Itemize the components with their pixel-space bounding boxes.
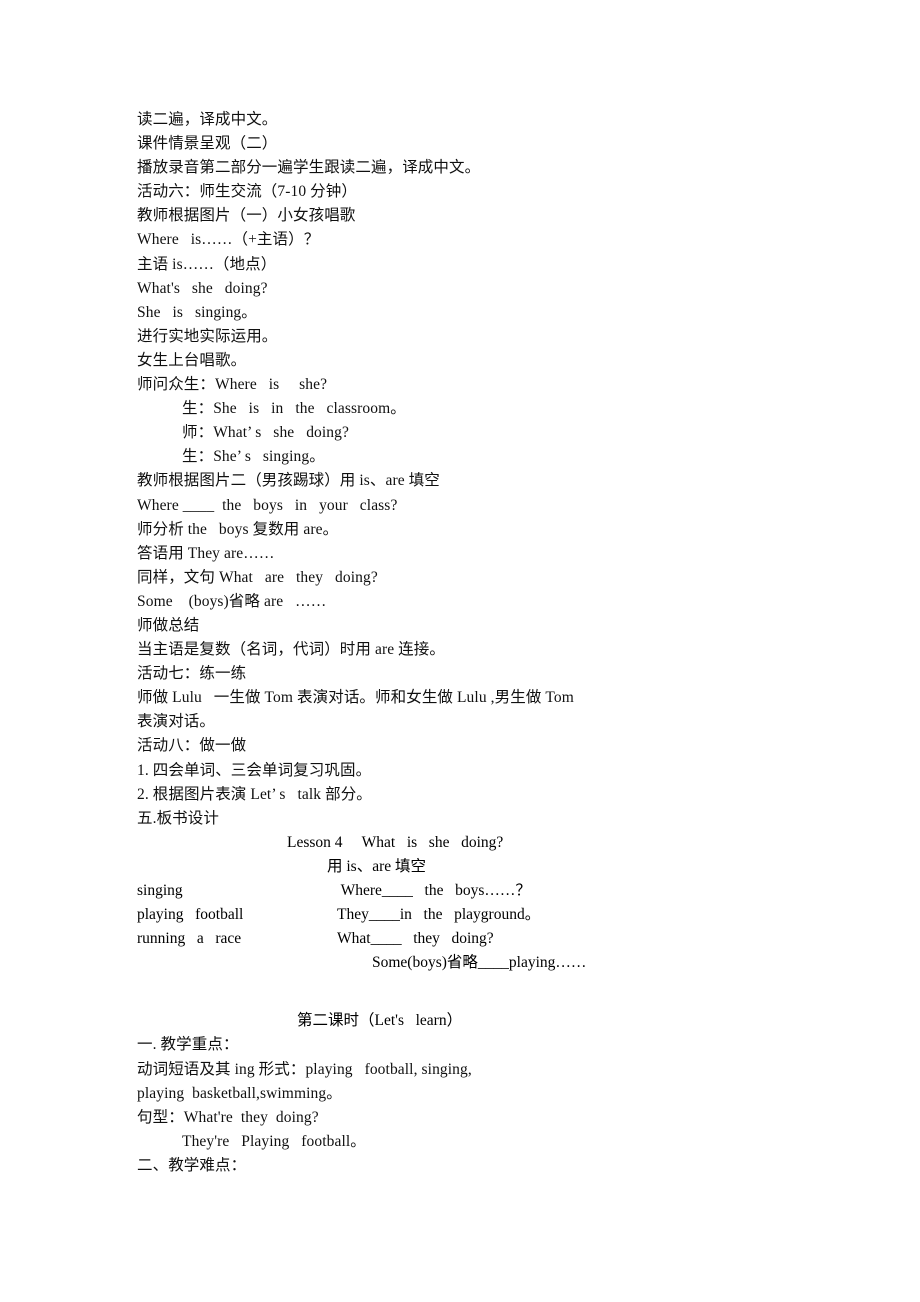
board-row-right: They____in the playground。 bbox=[337, 906, 541, 924]
body-line: 表演对话。 bbox=[137, 713, 216, 731]
activity-seven-heading: 活动七：练一练 bbox=[137, 665, 247, 683]
teaching-difficulty-heading: 二、教学难点： bbox=[137, 1156, 247, 1174]
body-line: 答语用 They are…… bbox=[137, 544, 275, 562]
body-line: 师分析 the boys 复数用 are。 bbox=[137, 520, 339, 538]
board-row: playing football They____in the playgrou… bbox=[137, 903, 837, 927]
body-line: What's she doing? bbox=[137, 279, 268, 297]
board-row-left: singing bbox=[137, 882, 183, 899]
document-page: 读二遍，译成中文。 课件情景呈观（二） 播放录音第二部分一遍学生跟读二遍，译成中… bbox=[0, 0, 920, 1302]
activity-six-heading: 活动六：师生交流（7-10 分钟） bbox=[137, 183, 357, 201]
board-design-subtitle: 用 is、are 填空 bbox=[327, 857, 427, 875]
body-line: 课件情景呈观（二） bbox=[137, 135, 278, 153]
board-design-heading: 五.板书设计 bbox=[137, 809, 219, 827]
dialogue-line: 生：She is in the classroom。 bbox=[182, 400, 406, 418]
body-line: 当主语是复数（名词，代词）时用 are 连接。 bbox=[137, 641, 445, 659]
body-line: 动词短语及其 ing 形式：playing football, singing, bbox=[137, 1060, 472, 1078]
board-row-left: running a race bbox=[137, 930, 242, 948]
body-line: playing basketball,swimming。 bbox=[137, 1084, 342, 1102]
teaching-focus-heading: 一. 教学重点： bbox=[137, 1036, 239, 1054]
body-line: 教师根据图片二（男孩踢球）用 is、are 填空 bbox=[137, 472, 440, 490]
board-row: running a race What____ they doing? bbox=[137, 927, 837, 951]
body-line: 师做 Lulu 一生做 Tom 表演对话。师和女生做 Lulu ,男生做 Tom bbox=[137, 689, 574, 707]
board-design-title: Lesson 4 What is she doing? bbox=[287, 833, 504, 851]
board-row-right: Where____ the boys……？ bbox=[337, 882, 531, 899]
activity-eight-heading: 活动八：做一做 bbox=[137, 737, 247, 755]
document-body: 读二遍，译成中文。 课件情景呈观（二） 播放录音第二部分一遍学生跟读二遍，译成中… bbox=[137, 108, 837, 1178]
body-line: She is singing。 bbox=[137, 303, 257, 321]
numbered-item: 1. 四会单词、三会单词复习巩固。 bbox=[137, 761, 372, 779]
sentence-pattern-line: They're Playing football。 bbox=[182, 1132, 366, 1150]
board-design-block: Lesson 4 What is she doing? 用 is、are 填空 … bbox=[137, 831, 837, 976]
body-line: 进行实地实际运用。 bbox=[137, 327, 278, 345]
board-row-left: playing football bbox=[137, 906, 244, 924]
body-line: Where ____ the boys in your class? bbox=[137, 496, 398, 514]
second-period-heading: 第二课时（Let's learn） bbox=[297, 1012, 463, 1030]
second-period-block: 第二课时（Let's learn） 一. 教学重点： 动词短语及其 ing 形式… bbox=[137, 1009, 837, 1178]
body-line: 同样，文句 What are they doing? bbox=[137, 568, 378, 586]
board-row: singing Where____ the boys……？ bbox=[137, 879, 837, 903]
dialogue-line: 师：What’ s she doing? bbox=[182, 424, 349, 442]
board-row-right: What____ they doing? bbox=[337, 930, 494, 948]
body-line: 播放录音第二部分一遍学生跟读二遍，译成中文。 bbox=[137, 159, 481, 177]
numbered-item: 2. 根据图片表演 Let’ s talk 部分。 bbox=[137, 785, 372, 803]
body-line: 女生上台唱歌。 bbox=[137, 351, 247, 369]
dialogue-line: 师问众生：Where is she? bbox=[137, 376, 328, 394]
body-line: 师做总结 bbox=[137, 616, 200, 634]
dialogue-line: 生：She’ s singing。 bbox=[182, 448, 325, 466]
lesson-body-top: 读二遍，译成中文。 课件情景呈观（二） 播放录音第二部分一遍学生跟读二遍，译成中… bbox=[137, 108, 837, 831]
body-line: Some (boys)省略 are …… bbox=[137, 592, 327, 610]
body-line: 教师根据图片（一）小女孩唱歌 bbox=[137, 207, 356, 225]
body-line: 主语 is……（地点） bbox=[137, 255, 277, 273]
body-line: Where is……（+主语）？ bbox=[137, 231, 320, 249]
body-line: 读二遍，译成中文。 bbox=[137, 111, 278, 128]
board-design-last-line: Some(boys)省略____playing…… bbox=[372, 954, 587, 972]
sentence-pattern-line: 句型：What're they doing? bbox=[137, 1108, 319, 1126]
